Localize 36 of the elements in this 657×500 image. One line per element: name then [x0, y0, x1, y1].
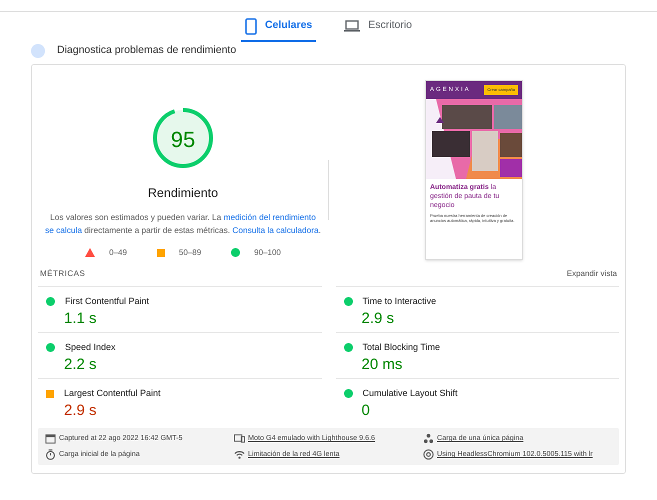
score-description: Los valores son estimados y pueden variar. La medición del rendimiento se calcula directamente a partir de estas métricas. Consulta la calculadora.: [44, 210, 322, 237]
device-tab[interactable]: Celulares: [240, 12, 316, 42]
calculator-link[interactable]: Consulta la calculadora: [232, 224, 319, 235]
legend-range: 0–49: [109, 246, 127, 259]
legend-range: 50–89: [178, 246, 202, 259]
browser-icon: [423, 449, 434, 460]
metric-name: Speed Index: [65, 341, 116, 354]
metric-value: 2.9 s: [64, 400, 98, 420]
score-label: Rendimiento: [148, 185, 218, 202]
calendar-icon: [45, 433, 56, 444]
metric-value: 2.9 s: [362, 308, 396, 328]
devices-icon: [234, 433, 245, 444]
stopwatch-icon: [45, 449, 56, 460]
metrics-title: MÉTRICAS: [40, 268, 86, 280]
metric-value: 1.1 s: [64, 308, 98, 328]
measurement-link[interactable]: se calcula: [45, 224, 82, 235]
measurement-link[interactable]: medición del rendimiento: [224, 212, 316, 222]
metric-name: First Contentful Paint: [65, 295, 150, 308]
laptop-icon: [344, 20, 360, 32]
metric-value: 2.2 s: [64, 354, 98, 374]
section-heading: Diagnostica problemas de rendimiento: [57, 43, 236, 58]
legend-range: 90–100: [254, 246, 281, 259]
score-gauge: [150, 105, 216, 171]
metric-name: Time to Interactive: [362, 295, 436, 308]
metric-name: Largest Contentful Paint: [64, 387, 161, 400]
device-tab[interactable]: Escritorio: [340, 12, 416, 42]
metric-value: 20 ms: [362, 354, 404, 374]
dots-icon: [423, 433, 434, 444]
expand-view-button[interactable]: Expandir vista: [566, 268, 617, 280]
signal-icon: [234, 449, 245, 460]
score-value: 95: [170, 126, 196, 154]
diagnostic-icon: [31, 44, 45, 58]
phone-icon: [244, 18, 257, 34]
metric-name: Cumulative Layout Shift: [362, 387, 458, 400]
metric-name: Total Blocking Time: [362, 341, 440, 354]
metric-value: 0: [362, 400, 371, 420]
